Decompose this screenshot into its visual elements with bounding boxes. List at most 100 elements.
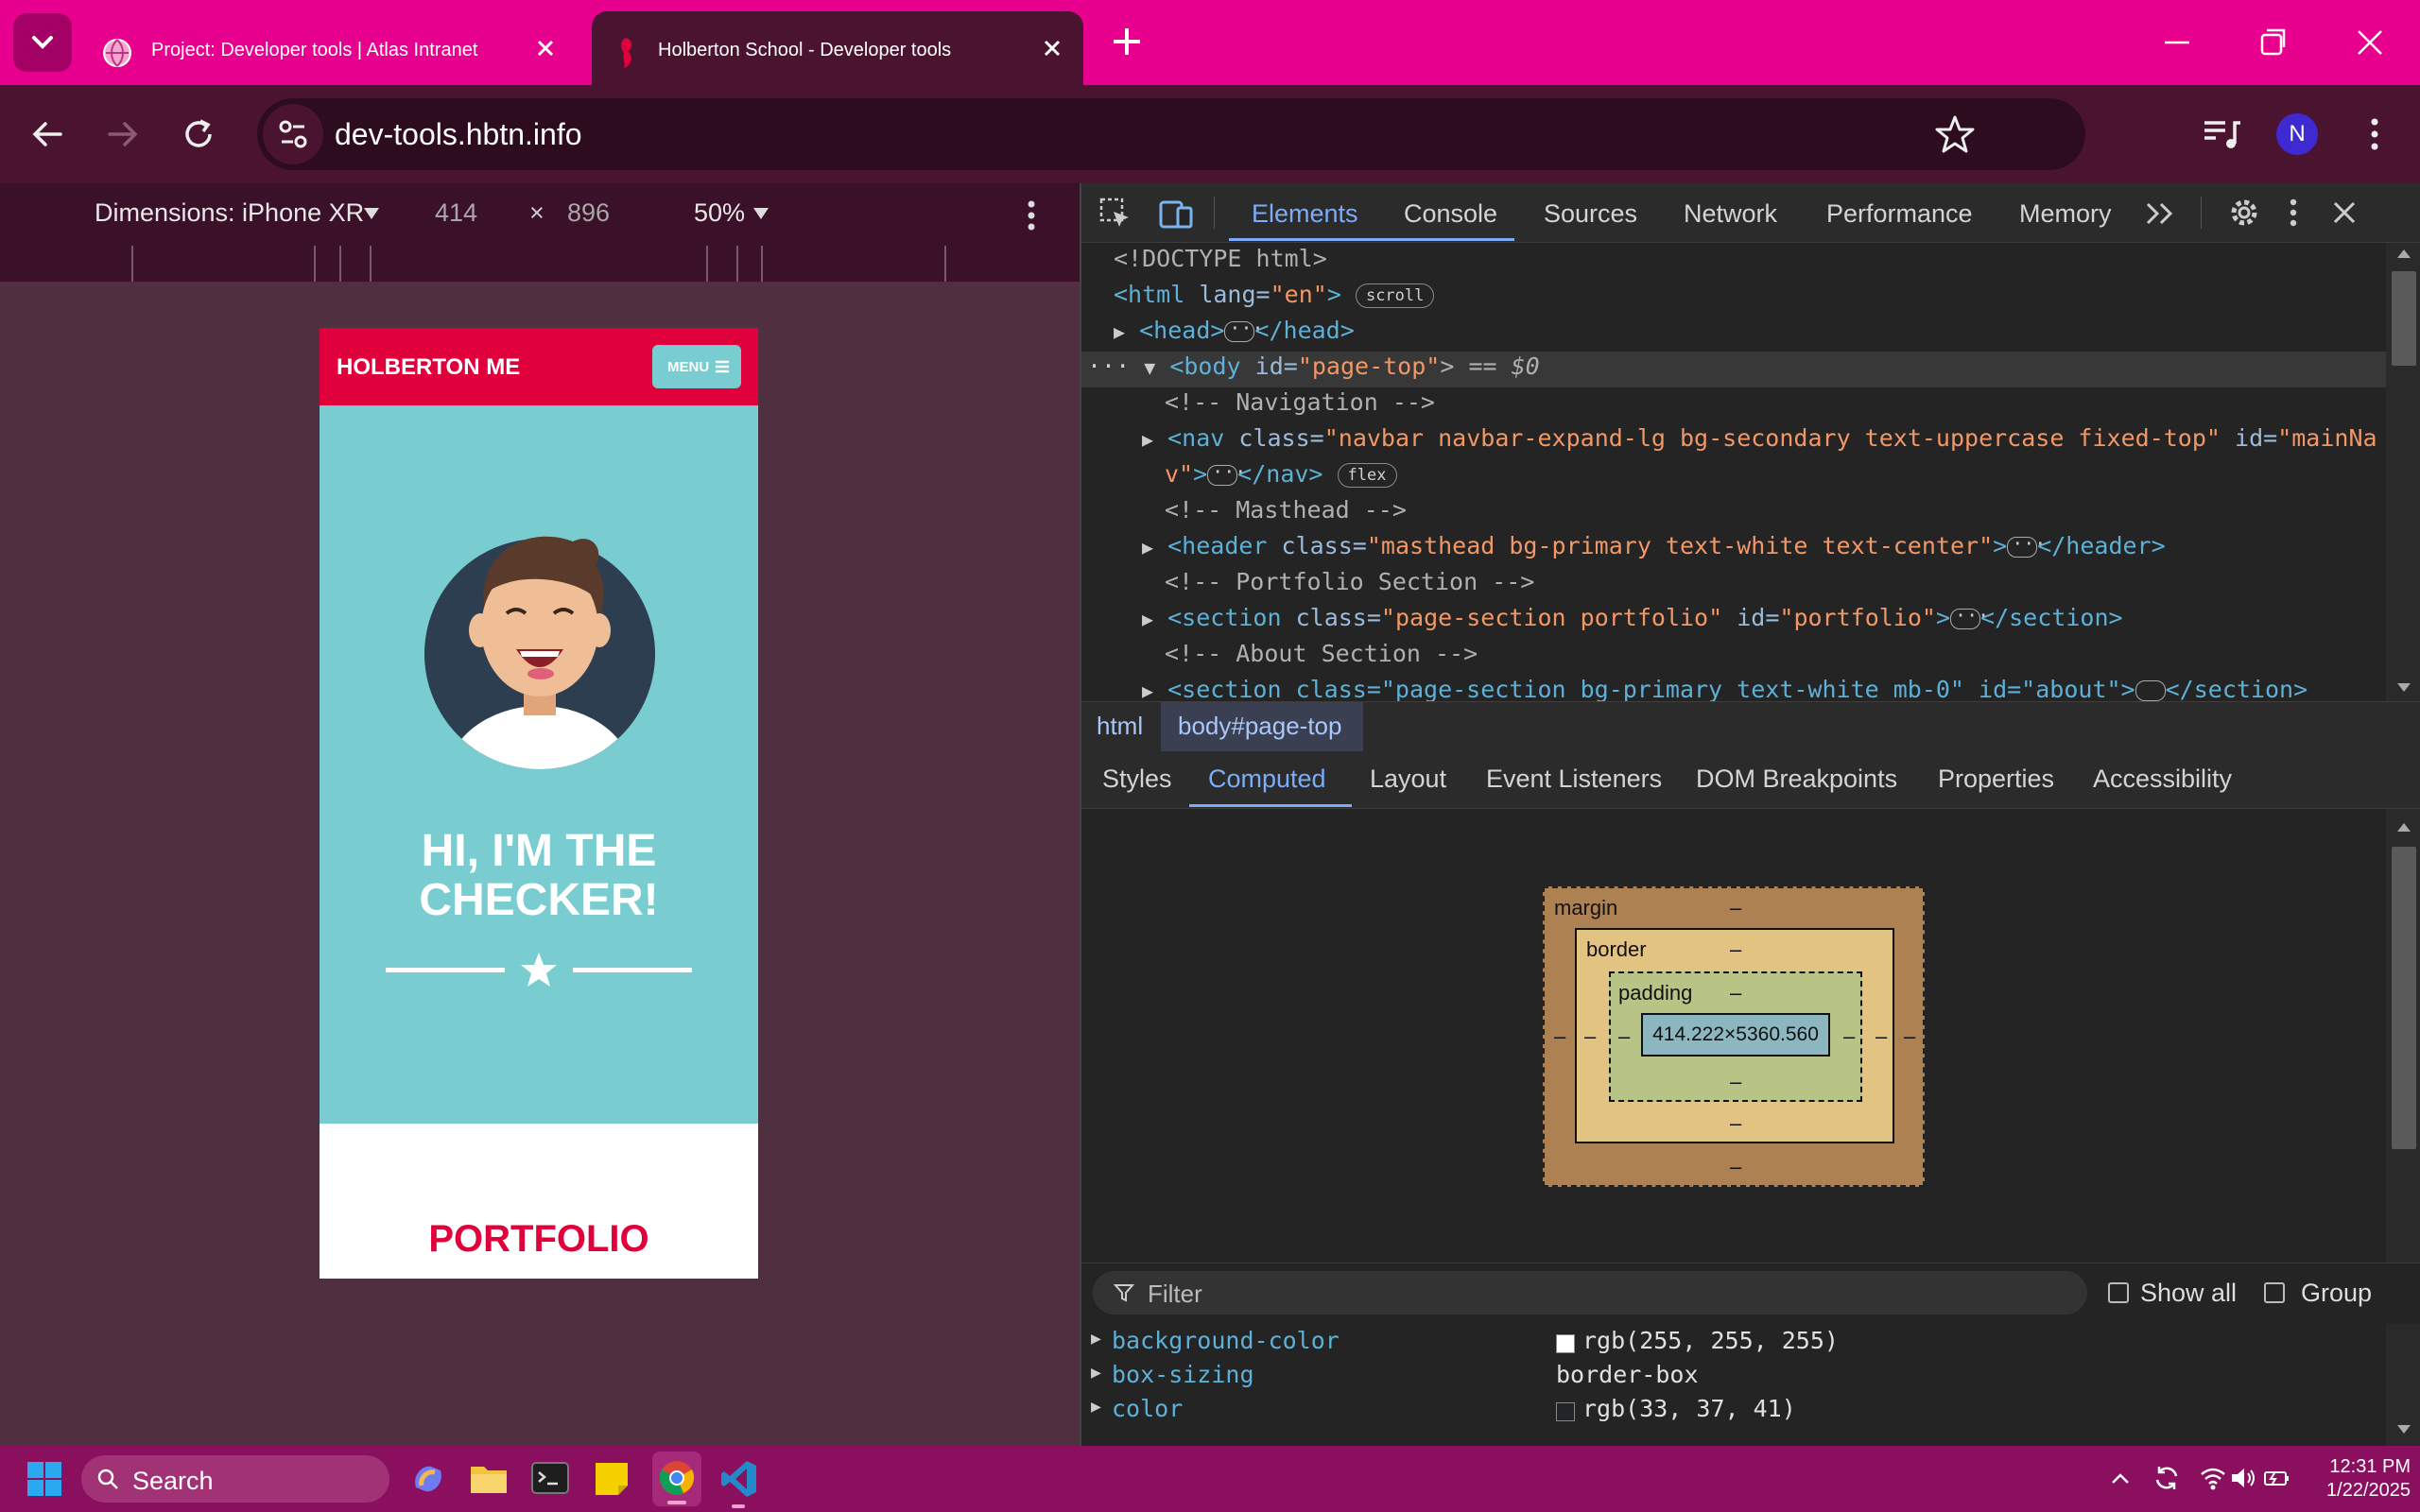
- device-toggle-icon[interactable]: [1159, 197, 1195, 231]
- box-model-margin[interactable]: margin – – – – border – – – – padding – …: [1543, 886, 1925, 1187]
- dom-line-comment-nav[interactable]: <!-- Navigation -->: [1165, 388, 1435, 424]
- devtools-menu-icon[interactable]: [2282, 196, 2305, 230]
- chevron-up-icon[interactable]: [2110, 1469, 2131, 1489]
- settings-gear-icon[interactable]: [2227, 196, 2261, 230]
- dom-line-doctype[interactable]: <!DOCTYPE html>: [1114, 245, 1327, 281]
- tab-memory[interactable]: Memory: [2019, 199, 2112, 229]
- wifi-icon[interactable]: [2199, 1465, 2227, 1491]
- tab-sources[interactable]: Sources: [1544, 199, 1637, 229]
- dom-line-head[interactable]: ▶ <head> ··· </head>: [1114, 317, 1355, 352]
- zoom-select[interactable]: 50%: [694, 198, 745, 228]
- minimize-icon[interactable]: [2153, 19, 2201, 66]
- bookmark-star-icon[interactable]: [1934, 113, 1976, 155]
- dom-line-comment-about[interactable]: <!-- About Section -->: [1165, 640, 1478, 676]
- inspect-element-icon[interactable]: [1098, 197, 1132, 231]
- breadcrumb-body[interactable]: body#page-top: [1178, 712, 1341, 741]
- dom-line-partial[interactable]: ▶ <section class="page-section bg-primar…: [1142, 676, 2308, 701]
- ellipsis-badge-icon[interactable]: ···: [1950, 604, 1989, 629]
- expand-triangle-icon[interactable]: ▶: [1142, 428, 1153, 451]
- expand-triangle-icon[interactable]: ▶: [1091, 1397, 1101, 1417]
- tab-search-button[interactable]: [13, 13, 72, 72]
- volume-icon[interactable]: [2229, 1465, 2257, 1491]
- taskbar-chrome-active[interactable]: [652, 1452, 701, 1506]
- ellipsis-badge-icon[interactable]: ···: [1224, 317, 1264, 342]
- scroll-up-icon[interactable]: [2395, 247, 2412, 260]
- tab-styles[interactable]: Styles: [1102, 765, 1172, 794]
- scroll-down-icon[interactable]: [2395, 681, 2412, 695]
- color-swatch[interactable]: [1556, 1402, 1575, 1421]
- row-actions-icon[interactable]: ···: [1087, 352, 1130, 380]
- close-window-icon[interactable]: [2346, 19, 2394, 66]
- scroll-up-icon[interactable]: [2395, 820, 2412, 833]
- dom-tree[interactable]: <!DOCTYPE html> <html lang="en"> scroll …: [1081, 243, 2386, 701]
- dom-line-nav-cont[interactable]: v"> ··· </nav> flex: [1165, 460, 1397, 496]
- clock[interactable]: 12:31 PM 1/22/2025: [2307, 1455, 2411, 1503]
- dom-line-comment-portfolio[interactable]: <!-- Portfolio Section -->: [1165, 568, 1534, 604]
- tab-event-listeners[interactable]: Event Listeners: [1486, 765, 1662, 794]
- address-bar[interactable]: dev-tools.hbtn.info: [257, 98, 2085, 170]
- dom-scroll-thumb[interactable]: [2392, 271, 2416, 366]
- battery-icon[interactable]: [2263, 1465, 2291, 1491]
- expand-triangle-icon[interactable]: ▶: [1091, 1363, 1101, 1383]
- box-model-padding[interactable]: padding – – – – 414.222×5360.560: [1609, 971, 1862, 1102]
- box-model-content[interactable]: 414.222×5360.560: [1641, 1013, 1830, 1057]
- box-model-border[interactable]: border – – – – padding – – – – 414.222×5…: [1575, 928, 1894, 1143]
- dom-line-header[interactable]: ▶ <header class="masthead bg-primary tex…: [1142, 532, 2166, 568]
- close-tab-icon[interactable]: [531, 34, 560, 62]
- dom-line-section[interactable]: ▶ <section class="page-section portfolio…: [1142, 604, 2123, 640]
- tab-computed[interactable]: Computed: [1208, 765, 1326, 794]
- reload-icon[interactable]: [178, 113, 219, 155]
- breadcrumb-html[interactable]: html: [1097, 712, 1143, 741]
- media-query-ruler[interactable]: [0, 246, 1080, 283]
- close-devtools-icon[interactable]: [2329, 198, 2360, 228]
- tab-elements[interactable]: Elements: [1252, 199, 1358, 229]
- back-icon[interactable]: [26, 113, 68, 155]
- dimensions-select[interactable]: Dimensions: iPhone XR: [95, 198, 364, 228]
- ellipsis-badge-icon[interactable]: ···: [2007, 532, 2046, 558]
- scroll-badge[interactable]: scroll: [1355, 284, 1435, 308]
- site-info-button[interactable]: [263, 104, 323, 164]
- new-tab-icon[interactable]: [1108, 23, 1146, 60]
- copilot-icon[interactable]: [408, 1459, 448, 1499]
- media-control-icon[interactable]: [2199, 113, 2242, 157]
- more-options-icon[interactable]: [1017, 197, 1046, 234]
- scroll-down-icon[interactable]: [2395, 1423, 2412, 1436]
- tab-performance[interactable]: Performance: [1826, 199, 1973, 229]
- show-all-checkbox[interactable]: [2108, 1282, 2129, 1303]
- menu-button[interactable]: MENU: [652, 345, 741, 388]
- tab-properties[interactable]: Properties: [1938, 765, 2054, 794]
- dom-line-nav[interactable]: ▶ <nav class="navbar navbar-expand-lg bg…: [1142, 424, 2377, 460]
- expand-triangle-icon[interactable]: ▶: [1114, 320, 1125, 343]
- sticky-notes-icon[interactable]: [594, 1461, 630, 1497]
- tab-console[interactable]: Console: [1404, 199, 1497, 229]
- tab-atlas-intranet[interactable]: Project: Developer tools | Atlas Intrane…: [85, 11, 577, 85]
- group-checkbox[interactable]: [2264, 1282, 2285, 1303]
- taskbar-search-box[interactable]: Search: [81, 1455, 389, 1503]
- dom-line-comment-masthead[interactable]: <!-- Masthead -->: [1165, 496, 1407, 532]
- dom-line-body[interactable]: ··· ▼ <body id="page-top"> == $0: [1087, 352, 1540, 388]
- width-input[interactable]: 414: [435, 198, 477, 228]
- restore-icon[interactable]: [2250, 19, 2297, 66]
- flex-badge[interactable]: flex: [1337, 463, 1397, 488]
- tab-holberton-devtools[interactable]: Holberton School - Developer tools: [592, 11, 1083, 85]
- computed-scrollbar[interactable]: [2386, 809, 2420, 1446]
- expand-triangle-icon[interactable]: ▶: [1142, 608, 1153, 630]
- terminal-icon[interactable]: [531, 1461, 569, 1497]
- more-tabs-icon[interactable]: [2144, 200, 2176, 227]
- computed-scroll-thumb[interactable]: [2392, 847, 2416, 1149]
- dom-scrollbar[interactable]: [2386, 243, 2420, 701]
- tab-dom-breakpoints[interactable]: DOM Breakpoints: [1696, 765, 1897, 794]
- expand-triangle-icon[interactable]: ▶: [1142, 536, 1153, 558]
- tab-accessibility[interactable]: Accessibility: [2093, 765, 2232, 794]
- dom-line-html[interactable]: <html lang="en"> scroll: [1114, 281, 1435, 317]
- brand-link[interactable]: HOLBERTON ME: [337, 354, 520, 381]
- emulated-page[interactable]: HOLBERTON ME MENU HI, I'M THE CHECKER! P…: [320, 328, 758, 1279]
- sync-icon[interactable]: [2152, 1463, 2182, 1493]
- windows-start-icon[interactable]: [26, 1461, 62, 1497]
- filter-input[interactable]: Filter: [1093, 1271, 2087, 1314]
- tab-layout[interactable]: Layout: [1370, 765, 1446, 794]
- close-tab-icon[interactable]: [1038, 34, 1066, 62]
- vscode-icon[interactable]: [720, 1459, 758, 1499]
- expand-triangle-icon[interactable]: ▶: [1142, 679, 1153, 701]
- browser-menu-icon[interactable]: [2354, 113, 2395, 155]
